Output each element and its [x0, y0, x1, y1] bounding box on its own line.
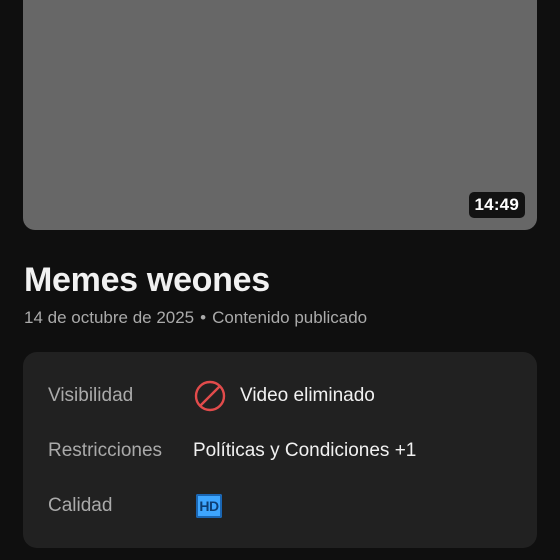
quality-value: HD: [193, 494, 222, 518]
restrictions-label: Restricciones: [48, 440, 163, 461]
hd-badge-text: HD: [199, 498, 219, 514]
visibility-value-text: Video eliminado: [240, 385, 375, 406]
quality-label: Calidad: [48, 495, 113, 516]
restrictions-value: Políticas y Condiciones +1: [193, 440, 417, 461]
video-duration: 14:49: [468, 192, 525, 218]
quality-row[interactable]: Calidad HD: [48, 486, 518, 526]
restrictions-row[interactable]: Restricciones Políticas y Condiciones +1: [48, 431, 518, 471]
publish-date: 14 de octubre de 2025: [24, 308, 195, 327]
ban-icon: [194, 380, 226, 412]
visibility-value: Video eliminado: [194, 380, 375, 412]
video-thumbnail[interactable]: 14:49: [23, 0, 537, 230]
visibility-label: Visibilidad: [48, 385, 134, 406]
meta-separator: •: [200, 308, 207, 327]
publish-status: Contenido publicado: [212, 308, 368, 327]
hd-badge-icon: HD: [196, 494, 222, 518]
video-details-card: Visibilidad Video eliminado Restriccione…: [23, 352, 537, 548]
visibility-row[interactable]: Visibilidad Video eliminado: [48, 376, 518, 416]
video-meta: 14 de octubre de 2025 • Contenido publicad…: [24, 307, 367, 329]
video-title: Memes weones: [24, 261, 270, 299]
video-details-page: 14:49 Memes weones 14 de octubre de 2025…: [0, 0, 560, 560]
